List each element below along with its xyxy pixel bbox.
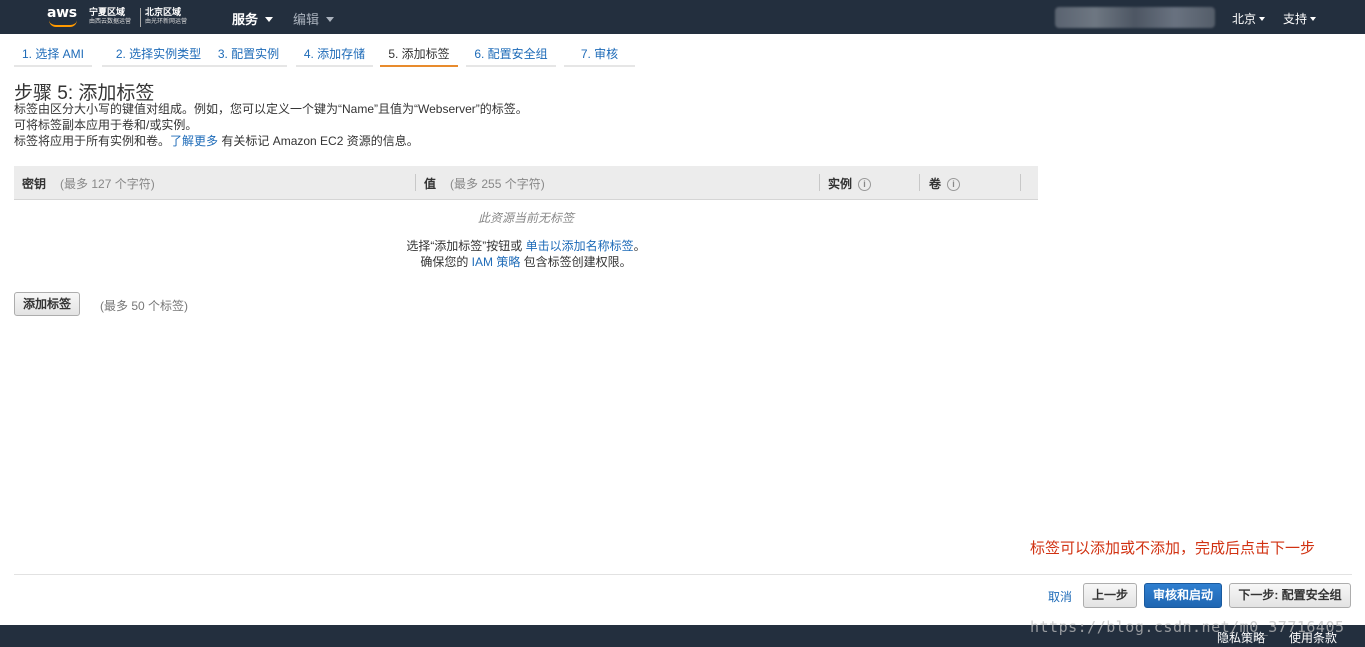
- empty-state-title: 此资源当前无标签: [477, 211, 574, 225]
- learn-more-link[interactable]: 了解更多: [170, 134, 218, 148]
- description-line-3-prefix: 标签将应用于所有实例和卷。: [14, 134, 171, 148]
- column-value: 值 (最多 255 个字符): [424, 175, 545, 192]
- description-line-2: 可将标签副本应用于卷和/或实例。: [14, 118, 198, 132]
- empty-state-line-1: 选择“添加标签”按钮或 单击以添加名称标签。: [14, 237, 1038, 254]
- iam-policy-link[interactable]: IAM 策略: [472, 255, 521, 269]
- top-navigation-bar: aws 宁夏区域 由西云数据运营 北京区域 由光环新网运营 服务 编辑 北京 支…: [0, 0, 1365, 34]
- description-line-3: 标签将应用于所有实例和卷。了解更多 有关标记 Amazon EC2 资源的信息。: [14, 133, 419, 149]
- column-divider: [919, 174, 920, 191]
- region-ningxia: 宁夏区域 由西云数据运营: [89, 7, 131, 27]
- tag-table-header: 密钥 (最多 127 个字符) 值 (最多 255 个字符) 实例 i 卷i: [14, 166, 1038, 200]
- chevron-down-icon: [1259, 16, 1266, 21]
- empty-state-line-1-prefix: 选择“添加标签”按钮或: [406, 239, 526, 253]
- step-add-storage[interactable]: 4. 添加存储: [296, 44, 373, 67]
- column-key: 密钥 (最多 127 个字符): [22, 175, 155, 192]
- column-instance: 实例 i: [828, 175, 872, 192]
- column-volume: 卷i: [929, 175, 961, 192]
- empty-state-line-2: 确保您的 IAM 策略 包含标签创建权限。: [14, 253, 1038, 270]
- aws-smile-icon: [49, 20, 77, 27]
- support-menu-label: 支持: [1283, 12, 1308, 26]
- description-line-3-suffix: 有关标记 Amazon EC2 资源的信息。: [218, 134, 419, 148]
- edit-menu[interactable]: 编辑: [293, 9, 335, 28]
- column-value-label: 值: [424, 177, 437, 191]
- add-tag-button[interactable]: 添加标签: [14, 292, 80, 316]
- support-menu[interactable]: 支持: [1283, 10, 1317, 27]
- column-instance-label: 实例: [828, 177, 853, 191]
- empty-state-line-2-prefix: 确保您的: [420, 255, 472, 269]
- column-divider: [415, 174, 416, 191]
- region-menu[interactable]: 北京: [1232, 10, 1266, 27]
- add-name-tag-link[interactable]: 单击以添加名称标签: [526, 239, 634, 253]
- aws-logo-text: aws: [47, 5, 77, 21]
- services-menu-label: 服务: [232, 12, 259, 27]
- step-choose-ami[interactable]: 1. 选择 AMI: [14, 44, 92, 67]
- column-key-hint: (最多 127 个字符): [60, 177, 155, 191]
- region-ningxia-subtitle: 由西云数据运营: [89, 19, 132, 25]
- account-menu-redacted[interactable]: [1055, 7, 1215, 28]
- column-key-label: 密钥: [22, 177, 47, 191]
- review-and-launch-button[interactable]: 审核和启动: [1144, 583, 1222, 608]
- chevron-down-icon: [265, 17, 274, 23]
- info-icon[interactable]: i: [858, 178, 872, 192]
- annotation-note: 标签可以添加或不添加，完成后点击下一步: [1030, 540, 1316, 557]
- empty-state-line-2-suffix: 包含标签创建权限。: [520, 255, 632, 269]
- region-menu-label: 北京: [1232, 12, 1257, 26]
- add-tag-limit-hint: (最多 50 个标签): [100, 299, 189, 313]
- region-divider: [140, 8, 141, 27]
- step-choose-instance-type[interactable]: 2. 选择实例类型: [102, 44, 215, 67]
- region-beijing: 北京区域 由光环新网运营: [145, 7, 187, 27]
- step-add-tags[interactable]: 5. 添加标签: [380, 44, 458, 67]
- chevron-down-icon: [1310, 16, 1317, 21]
- column-volume-label: 卷: [929, 177, 942, 191]
- region-ningxia-title: 宁夏区域: [89, 7, 126, 17]
- step-configure-instance[interactable]: 3. 配置实例: [210, 44, 287, 67]
- info-icon[interactable]: i: [947, 178, 961, 192]
- cancel-link[interactable]: 取消: [1048, 588, 1072, 605]
- csdn-watermark: https://blog.csdn.net/m0_37716405: [1030, 618, 1345, 636]
- step-review[interactable]: 7. 审核: [564, 44, 635, 67]
- previous-button[interactable]: 上一步: [1083, 583, 1137, 608]
- description-line-1: 标签由区分大小写的键值对组成。例如，您可以定义一个键为“Name”且值为“Web…: [14, 102, 528, 116]
- services-menu[interactable]: 服务: [232, 9, 274, 28]
- region-beijing-title: 北京区域: [145, 7, 182, 17]
- column-divider: [1020, 174, 1021, 191]
- region-beijing-subtitle: 由光环新网运营: [145, 19, 188, 25]
- step-configure-security-group[interactable]: 6. 配置安全组: [466, 44, 556, 67]
- column-divider: [819, 174, 820, 191]
- edit-menu-label: 编辑: [293, 12, 320, 27]
- next-configure-security-group-button[interactable]: 下一步: 配置安全组: [1229, 583, 1351, 608]
- chevron-down-icon: [326, 17, 335, 23]
- footer-divider: [14, 574, 1352, 575]
- empty-state-line-1-suffix: 。: [633, 239, 646, 253]
- column-value-hint: (最多 255 个字符): [450, 177, 545, 191]
- aws-logo[interactable]: aws: [47, 6, 81, 28]
